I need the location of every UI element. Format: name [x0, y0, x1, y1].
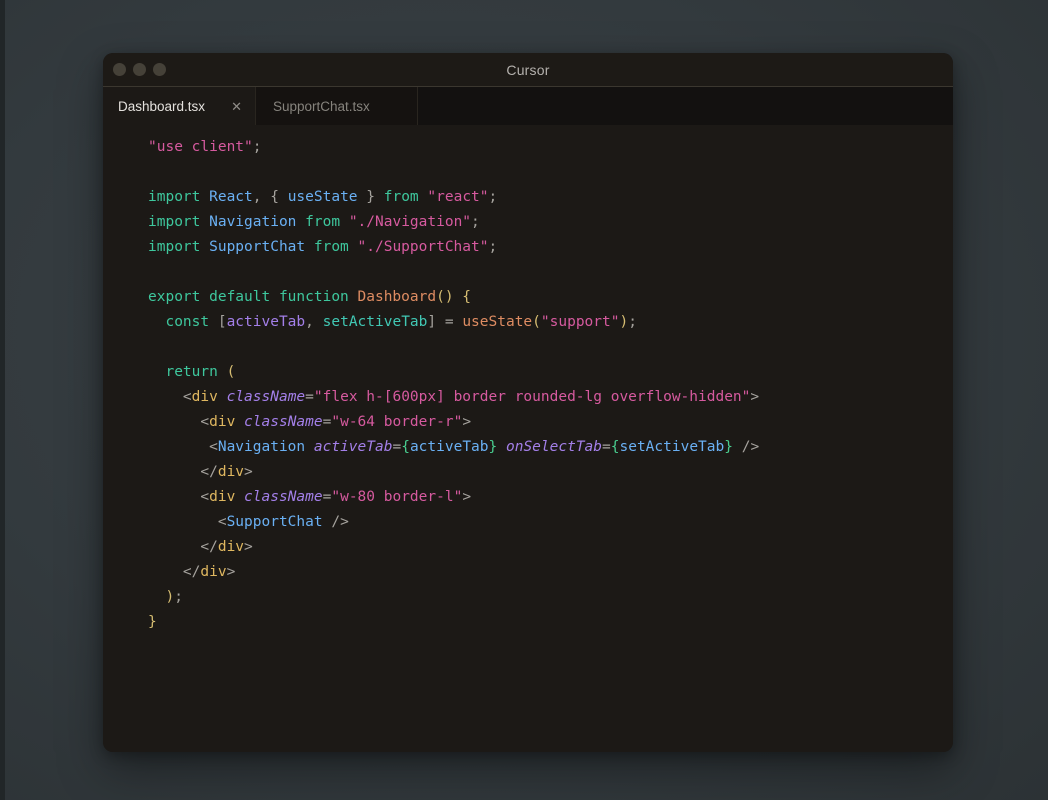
code-line: <div className="flex h-[600px] border ro…: [148, 385, 953, 410]
editor-window: Cursor Dashboard.tsx ✕ SupportChat.tsx "…: [103, 53, 953, 752]
code-line: export default function Dashboard() {: [148, 285, 953, 310]
code-line: "use client";: [148, 135, 953, 160]
close-icon[interactable]: ✕: [231, 100, 242, 113]
code-line: <div className="w-64 border-r">: [148, 410, 953, 435]
code-line: <div className="w-80 border-l">: [148, 485, 953, 510]
code-line: );: [148, 585, 953, 610]
code-editor[interactable]: "use client"; import React, { useState } …: [103, 125, 953, 752]
code-line: </div>: [148, 560, 953, 585]
code-line: <SupportChat />: [148, 510, 953, 535]
code-line: import SupportChat from "./SupportChat";: [148, 235, 953, 260]
code-line: const [activeTab, setActiveTab] = useSta…: [148, 310, 953, 335]
code-line: </div>: [148, 535, 953, 560]
tab-dashboard[interactable]: Dashboard.tsx ✕: [103, 87, 256, 125]
code-line: [148, 260, 953, 285]
title-bar: Cursor: [103, 53, 953, 87]
code-line: return (: [148, 360, 953, 385]
code-line: }: [148, 610, 953, 635]
tab-dashboard-label: Dashboard.tsx: [118, 99, 205, 114]
code-line: [148, 335, 953, 360]
code-line: </div>: [148, 460, 953, 485]
code-line: <Navigation activeTab={activeTab} onSele…: [148, 435, 953, 460]
window-title: Cursor: [103, 62, 953, 78]
code-line: import React, { useState } from "react";: [148, 185, 953, 210]
desktop-left-edge-strip: [0, 0, 5, 800]
code-line: import Navigation from "./Navigation";: [148, 210, 953, 235]
code-line: [148, 160, 953, 185]
tab-bar: Dashboard.tsx ✕ SupportChat.tsx: [103, 87, 953, 125]
tab-supportchat-label: SupportChat.tsx: [273, 99, 370, 114]
tab-supportchat[interactable]: SupportChat.tsx: [256, 87, 418, 125]
